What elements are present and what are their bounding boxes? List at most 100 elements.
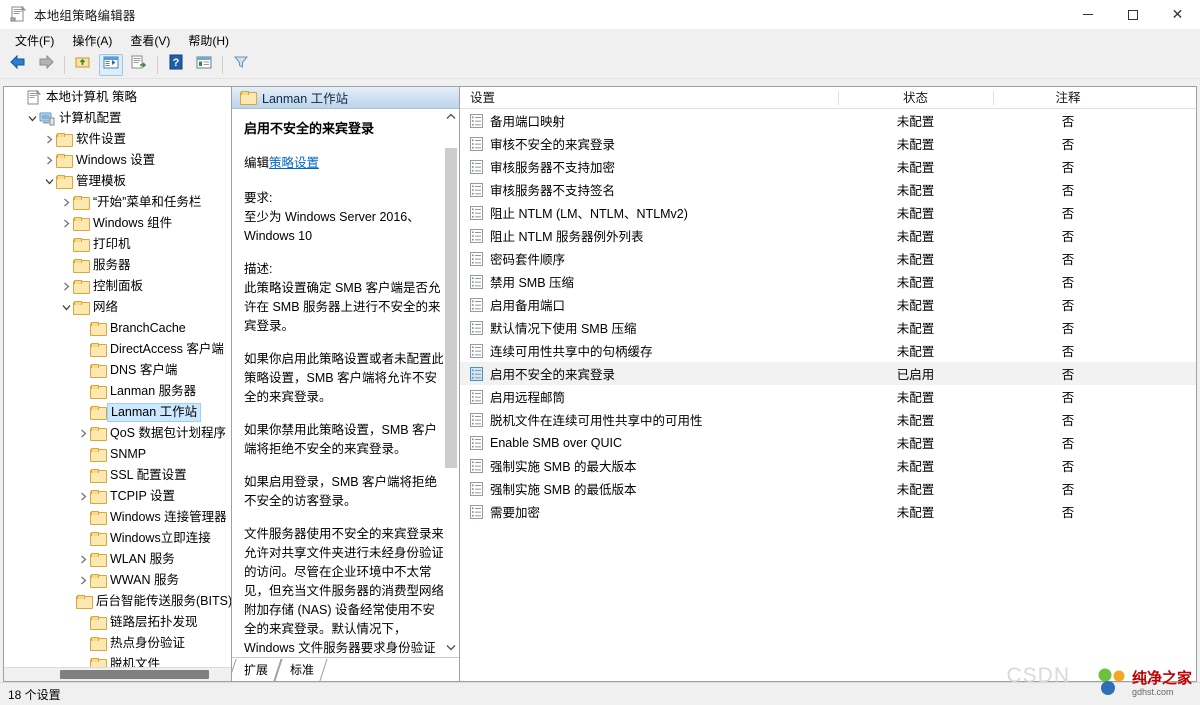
help-scrollbar-thumb[interactable] [445,148,457,468]
help-pane-vertical-scrollbar[interactable] [443,109,459,657]
show-hide-tree-button[interactable] [99,53,123,76]
cell-state: 未配置 [896,161,935,175]
table-row[interactable]: 启用备用端口 未配置 否 [460,293,1196,316]
tree-item-6[interactable]: 打印机 [4,234,231,255]
tree-item-11[interactable]: DirectAccess 客户端 [4,339,231,360]
export-list-button[interactable] [127,54,151,76]
tree-chevron-2[interactable] [42,156,56,165]
tree-item-20[interactable]: Windows立即连接 [4,528,231,549]
tree-chevron-1[interactable] [42,135,56,144]
minimize-button[interactable] [1065,0,1110,29]
menu-action[interactable]: 操作(A) [63,30,121,51]
tree-item-14[interactable]: Lanman 工作站 [4,402,231,423]
tab-standard[interactable]: 标准 [278,659,324,681]
help-scroll-track[interactable] [443,126,459,640]
tree-chevron-8[interactable] [59,282,73,291]
tree-item-18[interactable]: TCPIP 设置 [4,486,231,507]
table-row[interactable]: 强制实施 SMB 的最大版本 未配置 否 [460,454,1196,477]
edit-policy-setting-link[interactable]: 策略设置 [269,156,319,170]
menu-file[interactable]: 文件(F) [6,30,63,51]
tree-item-23[interactable]: 后台智能传送服务(BITS) [4,591,231,612]
table-row[interactable]: 阻止 NTLM (LM、NTLM、NTLMv2) 未配置 否 [460,201,1196,224]
close-button[interactable]: ✕ [1155,0,1200,29]
tree-item-label: Lanman 服务器 [110,384,197,398]
tree-item-19[interactable]: Windows 连接管理器 [4,507,231,528]
scroll-up-button[interactable] [443,109,459,126]
table-row[interactable]: 禁用 SMB 压缩 未配置 否 [460,270,1196,293]
scroll-down-button[interactable] [443,640,459,657]
table-row[interactable]: 备用端口映射 未配置 否 [460,109,1196,132]
table-row[interactable]: 启用远程邮筒 未配置 否 [460,385,1196,408]
tree-item-1[interactable]: 软件设置 [4,129,231,150]
tree-item-2[interactable]: Windows 设置 [4,150,231,171]
tree-item-5[interactable]: Windows 组件 [4,213,231,234]
table-row[interactable]: 强制实施 SMB 的最低版本 未配置 否 [460,477,1196,500]
table-row[interactable]: 启用不安全的来宾登录 已启用 否 [460,362,1196,385]
table-row[interactable]: 密码套件顺序 未配置 否 [460,247,1196,270]
cell-comment: 否 [1061,138,1075,152]
tree-item-8[interactable]: 控制面板 [4,276,231,297]
up-folder-button[interactable] [71,54,95,76]
back-button[interactable] [6,54,30,76]
tree-item-10[interactable]: BranchCache [4,318,231,339]
tree-item-label: 软件设置 [76,132,127,146]
view-button[interactable] [192,54,216,76]
arrow-left-icon [9,54,27,75]
tree-item-3[interactable]: 管理模板 [4,171,231,192]
tree-horizontal-scrollbar[interactable] [4,667,231,681]
tree-chevron-0[interactable] [25,114,39,123]
cell-state: 未配置 [896,322,935,336]
table-row[interactable]: 连续可用性共享中的句柄缓存 未配置 否 [460,339,1196,362]
description-paragraph-3-wrap: 如果你禁用此策略设置，SMB 客户端将拒绝不安全的来宾登录。 [244,421,447,459]
tree-item-12[interactable]: DNS 客户端 [4,360,231,381]
maximize-button[interactable] [1110,0,1155,29]
tree-chevron-21[interactable] [76,555,90,564]
tree-scroll-area[interactable]: 本地计算机 策略 计算机配置软件设置 Windows 设置 管理模板 “开始”菜单和任务… [4,87,231,667]
tree-item-26[interactable]: 脱机文件 [4,654,231,667]
menu-view[interactable]: 查看(V) [121,30,179,51]
tree-item-16[interactable]: SNMP [4,444,231,465]
tree-item-22[interactable]: WWAN 服务 [4,570,231,591]
tree-item-13[interactable]: Lanman 服务器 [4,381,231,402]
tree-chevron-15[interactable] [76,429,90,438]
column-header-setting[interactable]: 设置 [460,87,838,109]
tree-item-21[interactable]: WLAN 服务 [4,549,231,570]
tree-item-label: WWAN 服务 [110,573,179,587]
tree-scrollbar-thumb[interactable] [60,670,209,679]
tree-item-24[interactable]: 链路层拓扑发现 [4,612,231,633]
column-header-comment[interactable]: 注释 [993,87,1143,109]
policy-editor-icon [10,5,27,22]
tree-item-label: 链路层拓扑发现 [110,615,198,629]
table-row[interactable]: 阻止 NTLM 服务器例外列表 未配置 否 [460,224,1196,247]
tree-chevron-9[interactable] [59,303,73,312]
tree-item-17[interactable]: SSL 配置设置 [4,465,231,486]
tree-item-25[interactable]: 热点身份验证 [4,633,231,654]
tree-chevron-18[interactable] [76,492,90,501]
forward-button[interactable] [34,54,58,76]
help-button[interactable]: ? [164,54,188,76]
table-row[interactable]: 脱机文件在连续可用性共享中的可用性 未配置 否 [460,408,1196,431]
column-header-state[interactable]: 状态 [838,87,993,109]
cell-setting: 启用不安全的来宾登录 [460,364,838,383]
folder-icon [90,469,107,483]
table-row[interactable]: 审核服务器不支持加密 未配置 否 [460,155,1196,178]
tree-item-15[interactable]: QoS 数据包计划程序 [4,423,231,444]
tab-extended[interactable]: 扩展 [232,659,278,681]
tree-item-9[interactable]: 网络 [4,297,231,318]
table-row[interactable]: 默认情况下使用 SMB 压缩 未配置 否 [460,316,1196,339]
folder-icon [73,301,90,315]
tree-chevron-22[interactable] [76,576,90,585]
table-row[interactable]: Enable SMB over QUIC 未配置 否 [460,431,1196,454]
table-row[interactable]: 审核服务器不支持签名 未配置 否 [460,178,1196,201]
tree-chevron-4[interactable] [59,198,73,207]
table-row[interactable]: 审核不安全的来宾登录 未配置 否 [460,132,1196,155]
tree-item-4[interactable]: “开始”菜单和任务栏 [4,192,231,213]
tree-chevron-5[interactable] [59,219,73,228]
tree-item-0[interactable]: 计算机配置 [4,108,231,129]
filter-button[interactable] [229,54,253,76]
tree-root-item[interactable]: 本地计算机 策略 [4,87,231,108]
tree-item-7[interactable]: 服务器 [4,255,231,276]
menu-help[interactable]: 帮助(H) [179,30,238,51]
tree-chevron-3[interactable] [42,177,56,186]
table-row[interactable]: 需要加密 未配置 否 [460,500,1196,523]
